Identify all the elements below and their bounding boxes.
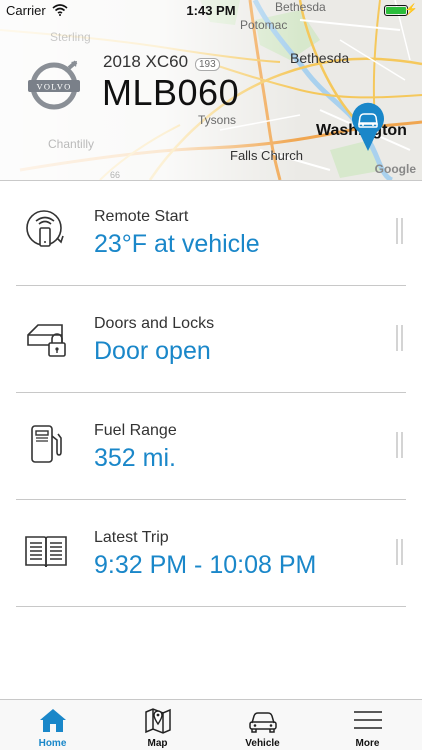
menu-icon [354, 711, 382, 729]
tab-bar: Home Map Vehicle More [0, 699, 422, 750]
card-value: 23°F at vehicle [94, 230, 260, 258]
vehicle-model: 2018 XC60 [103, 52, 189, 71]
google-attribution: Google [374, 162, 416, 176]
card-value: 352 mi. [94, 444, 176, 472]
tab-map[interactable]: Map [105, 700, 210, 750]
tab-label: Vehicle [245, 738, 280, 749]
vehicle-plate: MLB060 [102, 72, 240, 113]
charging-bolt-icon: ⚡ [404, 4, 418, 16]
drag-handle-icon[interactable] [396, 432, 404, 458]
tab-home[interactable]: Home [0, 700, 105, 750]
card-fuel-range[interactable]: Fuel Range 352 mi. [16, 394, 406, 500]
car-location-pin-icon[interactable] [350, 102, 386, 152]
route-193-shield: 193 [195, 58, 220, 71]
card-value: Door open [94, 337, 211, 365]
trip-book-icon [25, 536, 67, 568]
home-icon [40, 709, 66, 732]
map-label-sterling: Sterling [50, 30, 91, 44]
card-title: Remote Start [94, 208, 189, 225]
card-title: Latest Trip [94, 529, 169, 546]
map-label-bethesda: Bethesda [290, 50, 350, 66]
card-title: Doors and Locks [94, 315, 215, 332]
volvo-logo-text: VOLVO [37, 82, 72, 92]
status-bar: Carrier 1:43 PM ⚡ [0, 0, 422, 22]
tab-more[interactable]: More [315, 700, 420, 750]
battery-level [386, 7, 406, 14]
tab-label: More [355, 738, 380, 749]
volvo-logo-icon: VOLVO [28, 60, 80, 110]
card-remote-start[interactable]: Remote Start 23°F at vehicle [16, 180, 406, 286]
drag-handle-icon[interactable] [396, 325, 404, 351]
door-lock-icon [27, 324, 66, 357]
tab-label: Map [147, 738, 168, 749]
map-label-chantilly: Chantilly [48, 137, 95, 151]
status-time: 1:43 PM [186, 3, 236, 18]
card-doors-and-locks[interactable]: Doors and Locks Door open [16, 287, 406, 393]
car-icon [249, 712, 277, 733]
remote-start-icon [26, 210, 64, 247]
tab-vehicle[interactable]: Vehicle [210, 700, 315, 750]
card-latest-trip[interactable]: Latest Trip 9:32 PM - 10:08 PM [16, 501, 406, 607]
drag-handle-icon[interactable] [396, 218, 404, 244]
route-66-shield: 66 [110, 170, 121, 180]
vehicle-map-header[interactable]: Bethesda Potomac Bethesda Sterling Tyson… [0, 0, 422, 180]
fuel-pump-icon [31, 425, 62, 463]
drag-handle-icon[interactable] [396, 539, 404, 565]
card-value: 9:32 PM - 10:08 PM [94, 551, 317, 579]
card-title: Fuel Range [94, 422, 177, 439]
map-icon [145, 708, 171, 734]
tab-label: Home [38, 738, 67, 749]
map-label-falls-church: Falls Church [230, 148, 303, 163]
map-label-tysons: Tysons [198, 113, 237, 127]
